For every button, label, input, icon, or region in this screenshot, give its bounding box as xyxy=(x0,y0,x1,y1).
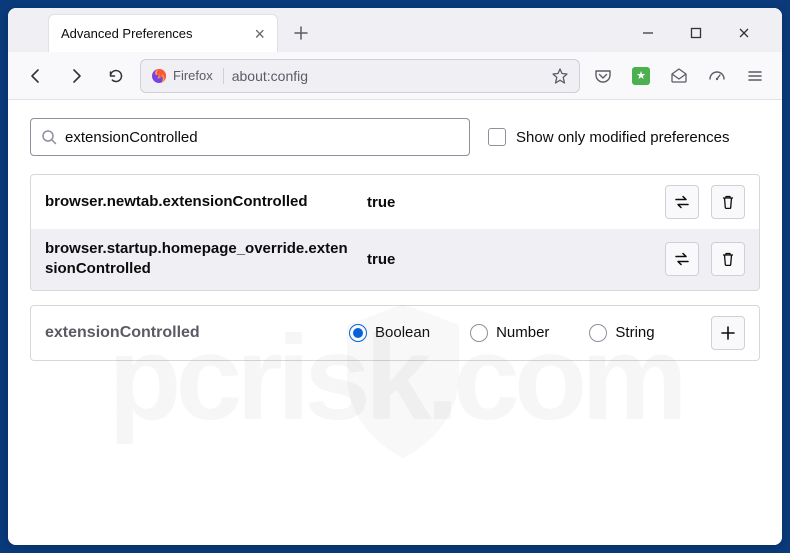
close-window-button[interactable] xyxy=(730,19,758,47)
speedometer-icon xyxy=(708,67,726,85)
radio-checked-icon xyxy=(349,324,367,342)
radio-string-label: String xyxy=(615,324,654,341)
radio-boolean[interactable]: Boolean xyxy=(349,324,430,342)
toggle-pref-button[interactable] xyxy=(665,185,699,219)
star-icon xyxy=(551,67,569,85)
radio-icon xyxy=(589,324,607,342)
pref-name: browser.newtab.extensionControlled xyxy=(45,192,355,212)
minimize-button[interactable] xyxy=(634,19,662,47)
plus-icon xyxy=(294,26,308,40)
tab-bar: Advanced Preferences × xyxy=(8,8,782,52)
add-pref-name: extensionControlled xyxy=(45,324,335,342)
app-menu-button[interactable] xyxy=(740,61,770,91)
bookmark-button[interactable] xyxy=(551,67,569,85)
tab-title: Advanced Preferences xyxy=(61,26,193,41)
new-tab-button[interactable] xyxy=(286,18,316,48)
pref-search-box[interactable] xyxy=(30,118,470,156)
browser-tab[interactable]: Advanced Preferences × xyxy=(48,14,278,52)
delete-pref-button[interactable] xyxy=(711,242,745,276)
account-button[interactable] xyxy=(702,61,732,91)
identity-label: Firefox xyxy=(173,68,213,83)
radio-boolean-label: Boolean xyxy=(375,324,430,341)
pref-value: true xyxy=(367,194,653,211)
minimize-icon xyxy=(642,27,654,39)
close-tab-icon[interactable]: × xyxy=(254,25,265,43)
reload-button[interactable] xyxy=(100,60,132,92)
toggle-arrows-icon xyxy=(673,193,691,211)
pref-name: browser.startup.homepage_override.extens… xyxy=(45,239,355,280)
maximize-icon xyxy=(690,27,702,39)
pref-value: true xyxy=(367,251,653,268)
forward-button[interactable] xyxy=(60,60,92,92)
add-pref-button[interactable] xyxy=(711,316,745,350)
window-controls xyxy=(634,19,774,47)
back-button[interactable] xyxy=(20,60,52,92)
radio-number[interactable]: Number xyxy=(470,324,549,342)
search-row: Show only modified preferences xyxy=(30,118,760,156)
mail-open-icon xyxy=(670,67,688,85)
pref-type-radios: Boolean Number String xyxy=(349,324,697,342)
radio-number-label: Number xyxy=(496,324,549,341)
toggle-arrows-icon xyxy=(673,250,691,268)
add-preference-row: extensionControlled Boolean Number Strin… xyxy=(31,306,759,360)
browser-window: Advanced Preferences × xyxy=(8,8,782,545)
firefox-icon xyxy=(151,68,167,84)
preference-row: browser.newtab.extensionControlled true xyxy=(31,175,759,229)
delete-pref-button[interactable] xyxy=(711,185,745,219)
radio-icon xyxy=(470,324,488,342)
identity-box[interactable]: Firefox xyxy=(151,68,224,84)
extension-button[interactable] xyxy=(626,61,656,91)
pref-search-input[interactable] xyxy=(65,129,459,146)
pocket-button[interactable] xyxy=(588,61,618,91)
radio-string[interactable]: String xyxy=(589,324,654,342)
arrow-right-icon xyxy=(67,67,85,85)
search-icon xyxy=(41,129,57,145)
arrow-left-icon xyxy=(27,67,45,85)
toggle-pref-button[interactable] xyxy=(665,242,699,276)
mail-button[interactable] xyxy=(664,61,694,91)
nav-toolbar: Firefox about:config xyxy=(8,52,782,100)
trash-icon xyxy=(720,194,736,210)
address-bar[interactable]: Firefox about:config xyxy=(140,59,580,93)
add-preference-panel: extensionControlled Boolean Number Strin… xyxy=(30,305,760,361)
maximize-button[interactable] xyxy=(682,19,710,47)
hamburger-icon xyxy=(746,67,764,85)
plus-icon xyxy=(720,325,736,341)
show-modified-toggle[interactable]: Show only modified preferences xyxy=(488,128,729,146)
extension-icon xyxy=(632,67,650,85)
trash-icon xyxy=(720,251,736,267)
pocket-icon xyxy=(594,67,612,85)
checkbox-icon xyxy=(488,128,506,146)
close-icon xyxy=(738,27,750,39)
preference-row: browser.startup.homepage_override.extens… xyxy=(31,229,759,290)
preference-list: browser.newtab.extensionControlled true … xyxy=(30,174,760,291)
url-text: about:config xyxy=(232,68,308,84)
show-modified-label: Show only modified preferences xyxy=(516,129,729,146)
about-config-content: Show only modified preferences browser.n… xyxy=(8,100,782,545)
reload-icon xyxy=(107,67,125,85)
